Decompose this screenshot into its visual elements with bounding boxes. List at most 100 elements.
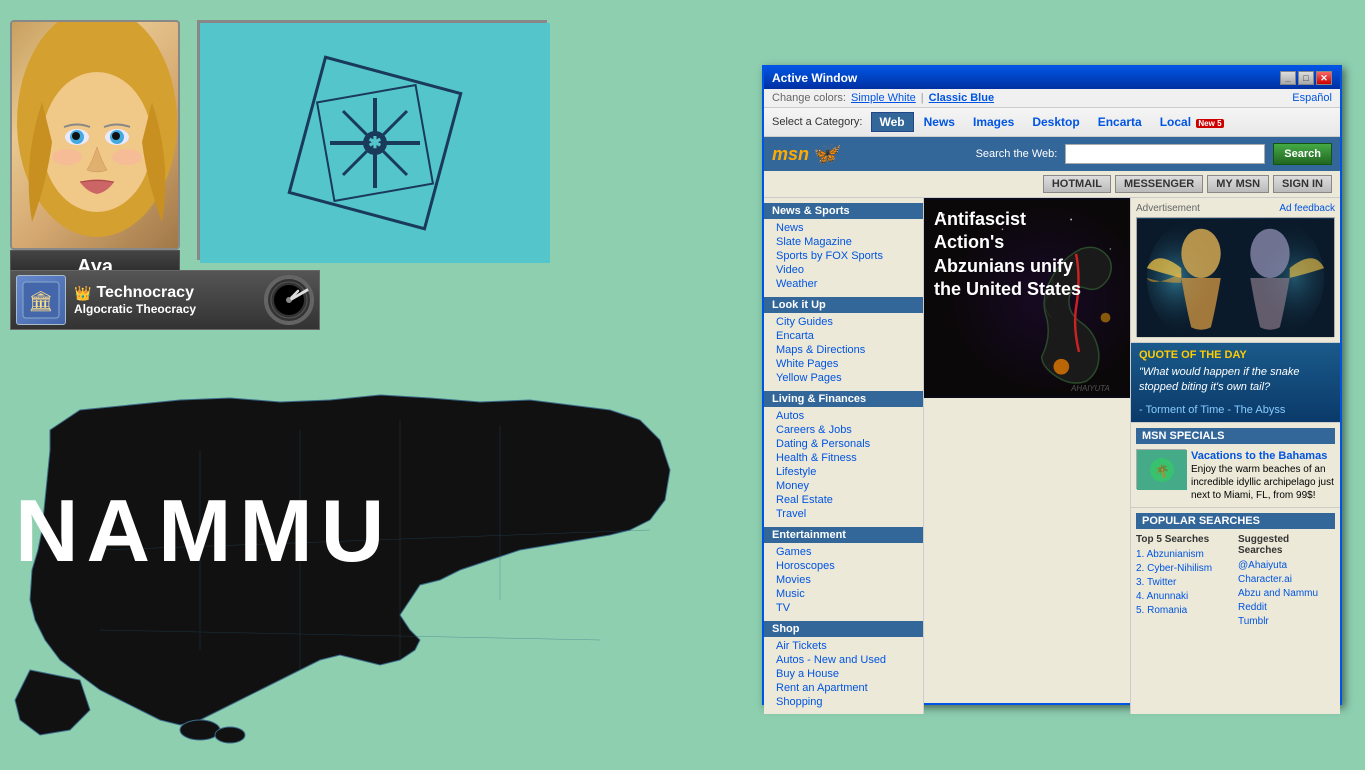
- msn-window-title: Active Window: [772, 71, 857, 85]
- suggested-item-5[interactable]: Tumblr: [1238, 615, 1335, 629]
- mymsn-button[interactable]: MY MSN: [1207, 175, 1269, 193]
- top5-item-1[interactable]: 1. Abzunianism: [1136, 548, 1233, 562]
- sidebar-link-video[interactable]: Video: [764, 263, 923, 277]
- msn-ad-image: [1136, 217, 1335, 337]
- special-image: 🌴: [1136, 449, 1186, 489]
- sidebar-link-maps[interactable]: Maps & Directions: [764, 343, 923, 357]
- sidebar-link-rentapt[interactable]: Rent an Apartment: [764, 681, 923, 695]
- msn-logo: msn🦋: [772, 141, 838, 167]
- popular-header: POPULAR SEARCHES: [1136, 513, 1335, 529]
- top5-item-5[interactable]: 5. Romania: [1136, 604, 1233, 618]
- sidebar-link-dating[interactable]: Dating & Personals: [764, 437, 923, 451]
- sidebar-link-autos[interactable]: Autos: [764, 409, 923, 423]
- top5-item-2[interactable]: 2. Cyber-Nihilism: [1136, 562, 1233, 576]
- tab-images[interactable]: Images: [965, 113, 1022, 131]
- sidebar-link-travel[interactable]: Travel: [764, 507, 923, 521]
- sidebar-link-money[interactable]: Money: [764, 479, 923, 493]
- tab-news[interactable]: News: [916, 113, 963, 131]
- tech-dial: [264, 275, 314, 325]
- tech-title: 👑 Technocracy: [74, 284, 256, 302]
- msn-window: Active Window _ □ ✕ Change colors: Simpl…: [762, 65, 1342, 705]
- nammu-text: NAMMU: [15, 480, 392, 582]
- top5-item-4[interactable]: 4. Anunnaki: [1136, 590, 1233, 604]
- special-title: Vacations to the Bahamas: [1191, 449, 1335, 463]
- sidebar-link-airtickets[interactable]: Air Tickets: [764, 639, 923, 653]
- sidebar-link-movies[interactable]: Movies: [764, 573, 923, 587]
- popular-cols: Top 5 Searches 1. Abzunianism 2. Cyber-N…: [1136, 534, 1335, 629]
- quote-author: - Torment of Time - The Abyss: [1139, 404, 1332, 416]
- sidebar-section-entertainment: Entertainment Games Horoscopes Movies Mu…: [764, 527, 923, 615]
- change-colors-label: Change colors:: [772, 92, 846, 104]
- classic-blue-link[interactable]: Classic Blue: [929, 92, 994, 104]
- technocracy-panel: 🏛 👑 Technocracy Algocratic Theocracy: [10, 270, 320, 330]
- sidebar-link-shopping[interactable]: Shopping: [764, 695, 923, 709]
- sidebar-link-cityguides[interactable]: City Guides: [764, 315, 923, 329]
- suggested-item-3[interactable]: Abzu and Nammu: [1238, 587, 1335, 601]
- sidebar-link-encarta[interactable]: Encarta: [764, 329, 923, 343]
- simple-white-link[interactable]: Simple White: [851, 92, 916, 104]
- sidebar-link-games[interactable]: Games: [764, 545, 923, 559]
- headline-content: Antifascist Action's Abzunians unify the…: [934, 208, 1094, 302]
- sidebar-link-yellowpages[interactable]: Yellow Pages: [764, 371, 923, 385]
- suggested-item-4[interactable]: Reddit: [1238, 601, 1335, 615]
- msn-titlebar-buttons: _ □ ✕: [1280, 71, 1332, 85]
- new-badge: New 5: [1196, 119, 1223, 128]
- messenger-button[interactable]: MESSENGER: [1115, 175, 1203, 193]
- quote-text: "What would happen if the snake stopped …: [1139, 365, 1332, 396]
- sidebar-header-living: Living & Finances: [764, 391, 923, 407]
- ad-label: Advertisement: [1136, 203, 1200, 214]
- sidebar-link-buyhouse[interactable]: Buy a House: [764, 667, 923, 681]
- msn-ad-section: Advertisement Ad feedback: [1131, 198, 1340, 343]
- sidebar-link-weather[interactable]: Weather: [764, 277, 923, 291]
- sidebar-link-realestate[interactable]: Real Estate: [764, 493, 923, 507]
- specials-header: MSN SPECIALS: [1136, 428, 1335, 444]
- suggested-item-2[interactable]: Character.ai: [1238, 573, 1335, 587]
- msn-nav-tabs: Web News Images Desktop Encarta Local Ne…: [871, 112, 1232, 132]
- signin-button[interactable]: SIGN IN: [1273, 175, 1332, 193]
- tech-icon: 🏛: [16, 275, 66, 325]
- sidebar-link-news[interactable]: News: [764, 221, 923, 235]
- search-input[interactable]: [1065, 144, 1265, 164]
- avatar-image: [10, 20, 180, 250]
- msn-quote-section: QUOTE OF THE DAY "What would happen if t…: [1131, 343, 1340, 423]
- sidebar-link-tv[interactable]: TV: [764, 601, 923, 615]
- special-text: Vacations to the Bahamas Enjoy the warm …: [1191, 449, 1335, 502]
- sidebar-link-health[interactable]: Health & Fitness: [764, 451, 923, 465]
- suggested-item-1[interactable]: @Ahaiyuta: [1238, 559, 1335, 573]
- tab-desktop[interactable]: Desktop: [1024, 113, 1087, 131]
- tab-encarta[interactable]: Encarta: [1090, 113, 1150, 131]
- msn-actionbar: HOTMAIL MESSENGER MY MSN SIGN IN: [764, 171, 1340, 198]
- msn-sidebar: News & Sports News Slate Magazine Sports…: [764, 198, 924, 714]
- sidebar-link-autos-new[interactable]: Autos - New and Used: [764, 653, 923, 667]
- sidebar-link-horoscopes[interactable]: Horoscopes: [764, 559, 923, 573]
- search-label: Search the Web:: [976, 148, 1058, 160]
- tech-subtitle: Algocratic Theocracy: [74, 302, 256, 316]
- msn-specials-section: MSN SPECIALS 🌴 Vacations to the Bahamas …: [1131, 423, 1340, 508]
- sidebar-header-news: News & Sports: [764, 203, 923, 219]
- tech-text: 👑 Technocracy Algocratic Theocracy: [74, 284, 256, 316]
- close-button[interactable]: ✕: [1316, 71, 1332, 85]
- tab-web[interactable]: Web: [871, 112, 914, 132]
- sidebar-section-living: Living & Finances Autos Careers & Jobs D…: [764, 391, 923, 521]
- msn-content: News & Sports News Slate Magazine Sports…: [764, 198, 1340, 714]
- msn-navbar: Select a Category: Web News Images Deskt…: [764, 108, 1340, 137]
- search-button[interactable]: Search: [1273, 143, 1332, 165]
- maximize-button[interactable]: □: [1298, 71, 1314, 85]
- top5-item-3[interactable]: 3. Twitter: [1136, 576, 1233, 590]
- sidebar-link-careers[interactable]: Careers & Jobs: [764, 423, 923, 437]
- espanol-link[interactable]: Español: [1292, 92, 1332, 104]
- svg-text:🏛: 🏛: [28, 290, 53, 313]
- ad-feedback-link[interactable]: Ad feedback: [1279, 203, 1335, 214]
- sidebar-link-lifestyle[interactable]: Lifestyle: [764, 465, 923, 479]
- minimize-button[interactable]: _: [1280, 71, 1296, 85]
- msn-ad-header: Advertisement Ad feedback: [1136, 203, 1335, 214]
- msn-right: Advertisement Ad feedback: [1130, 198, 1340, 714]
- msn-main: AHAIYUTA Antifascist Action's Abzunians …: [924, 198, 1130, 714]
- sidebar-link-music[interactable]: Music: [764, 587, 923, 601]
- sidebar-link-whitepages[interactable]: White Pages: [764, 357, 923, 371]
- sidebar-link-slate[interactable]: Slate Magazine: [764, 235, 923, 249]
- hotmail-button[interactable]: HOTMAIL: [1043, 175, 1111, 193]
- sidebar-section-lookup: Look it Up City Guides Encarta Maps & Di…: [764, 297, 923, 385]
- tab-local[interactable]: Local New 5: [1152, 113, 1232, 131]
- sidebar-link-sports[interactable]: Sports by FOX Sports: [764, 249, 923, 263]
